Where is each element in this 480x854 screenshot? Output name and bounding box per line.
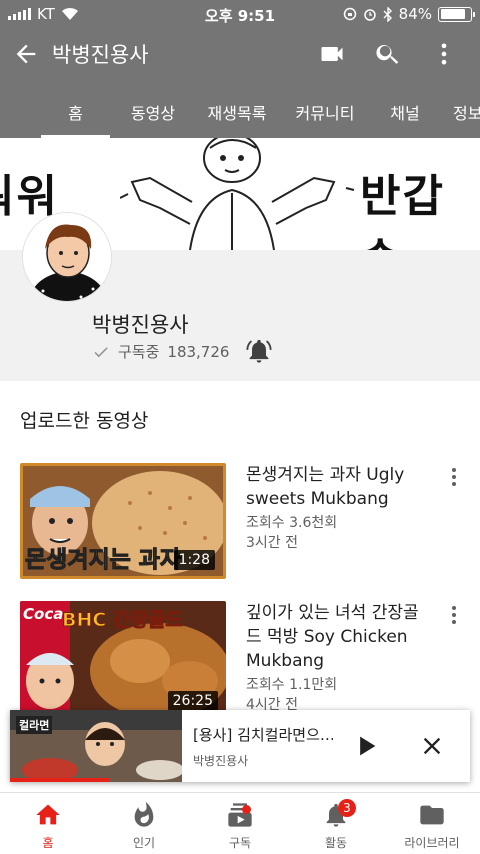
video-views: 조회수 1.1만회 [246,677,338,693]
bluetooth-icon [383,6,392,22]
tab-channels[interactable]: 채널 [387,80,423,138]
app-bar: 박병진용사 [0,28,480,80]
tab-community[interactable]: 커뮤니티 [293,80,357,138]
nav-library-label: 라이브러리 [404,836,460,850]
tab-videos[interactable]: 동영상 [119,80,187,138]
more-vert-icon[interactable] [448,605,460,625]
video-duration: 1:28 [173,550,215,570]
subscriber-count: 183,726 [167,342,230,361]
more-vert-icon[interactable] [430,40,458,68]
video-thumbnail[interactable]: Coca BHC 간장골드 26:25 [20,601,226,717]
battery-percent: 84% [398,5,432,23]
page-title: 박병진용사 [52,43,149,67]
nav-activity-label: 활동 [324,836,348,850]
folder-icon [420,805,444,825]
nav-trending-label: 인기 [132,836,156,850]
tab-home[interactable]: 홈 [41,80,110,138]
tab-playlists[interactable]: 재생목록 [201,80,273,138]
channel-tabs: 홈 동영상 재생목록 커뮤니티 채널 정보 [0,80,480,138]
thumbnail-caption: 몬생겨지는 과자 [24,547,182,574]
thumbnail-caption: BHC 간장골드 [62,609,184,632]
channel-avatar[interactable] [22,212,112,302]
banner-illustration [120,138,355,250]
channel-name: 박병진용사 [92,313,189,337]
home-icon [36,804,60,825]
section-title: 업로드한 동영상 [20,410,149,432]
play-icon[interactable] [352,732,380,760]
battery-icon [438,6,475,22]
subscriptions-icon [228,803,252,827]
status-bar: KT 오후 9:51 84% [0,0,480,28]
alarm-icon [363,9,376,21]
subscribed-label: 구독중 [118,343,160,361]
banner-text-right: 반갑습 [360,171,445,250]
mini-player-thumbnail[interactable]: 컬라면 [10,710,182,782]
close-icon[interactable] [418,732,446,760]
nav-activity[interactable]: 3 활동 [288,793,384,854]
video-thumbnail[interactable]: 몬생겨지는 과자 1:28 [20,463,226,579]
flame-icon [134,801,154,827]
mini-player[interactable]: 컬라면 [용사] 김치컬라면으… 박병진용사 [10,710,470,782]
video-camera-icon[interactable] [318,40,346,68]
avatar-illustration [23,213,111,301]
video-age: 3시간 전 [246,535,298,551]
new-content-dot [241,805,251,814]
mini-thumbnail-caption: 컬라면 [16,716,53,734]
checkmark-icon [94,346,108,357]
tab-about[interactable]: 정보 [453,80,480,138]
nav-trending[interactable]: 인기 [96,793,192,854]
back-arrow-icon[interactable] [12,40,40,68]
nav-home[interactable]: 홈 [0,793,96,854]
more-vert-icon[interactable] [448,467,460,487]
video-views: 조회수 3.6천회 [246,515,338,531]
nav-home-label: 홈 [42,836,54,850]
nav-library[interactable]: 라이브러리 [384,793,480,854]
video-item[interactable]: Coca BHC 간장골드 26:25 깊이가 있는 녀석 간장골드 먹방 So… [20,601,460,721]
video-title[interactable]: 몬생겨지는 과자 Ugly sweets Mukbang [246,463,426,511]
mini-player-channel: 박병진용사 [193,754,249,768]
video-duration: 26:25 [167,691,218,711]
notification-badge: 3 [337,799,356,817]
video-item[interactable]: 몬생겨지는 과자 1:28 몬생겨지는 과자 Ugly sweets Mukba… [20,463,460,583]
search-icon[interactable] [374,40,402,68]
nav-subscriptions-label: 구독 [228,836,252,850]
bottom-navigation: 홈 인기 구독 3 활동 라이브러리 [0,792,480,854]
rotation-lock-icon [343,7,356,21]
video-title[interactable]: 깊이가 있는 녀석 간장골드 먹방 Soy Chicken Mukbang [246,601,426,673]
mini-player-title: [용사] 김치컬라면으… [193,726,333,744]
subscription-row[interactable]: 구독중 183,726 [92,341,229,362]
nav-subscriptions[interactable]: 구독 [192,793,288,854]
thumbnail-brand: Coca [23,605,64,623]
notification-bell-icon[interactable] [245,337,273,365]
